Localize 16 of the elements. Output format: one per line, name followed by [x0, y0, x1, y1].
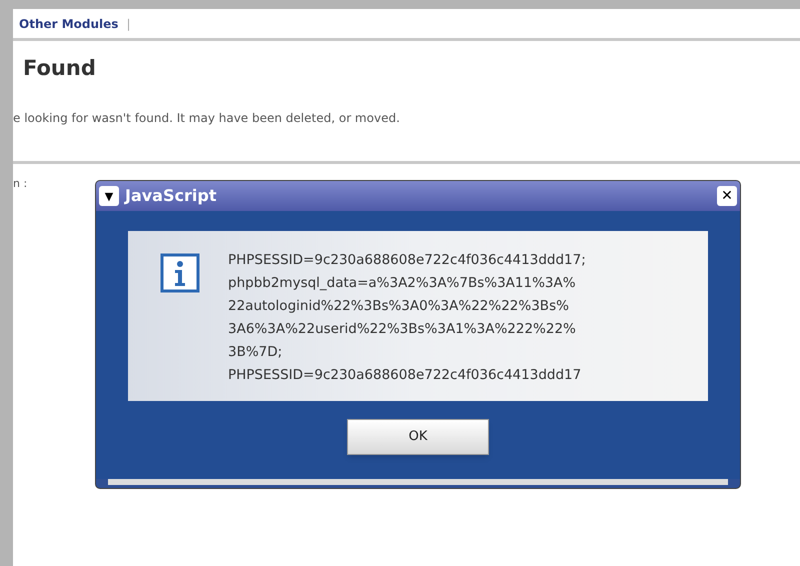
message-line: 3B%7D; — [228, 343, 284, 362]
nav-link[interactable]: Other Modules — [19, 14, 118, 32]
field-label: n : — [13, 176, 28, 192]
message-line: phpbb2mysql_data=a%3A2%3A%7Bs%3A11%3A% — [228, 274, 577, 293]
page-heading: Found — [22, 55, 97, 82]
message-line: 3A6%3A%22userid%22%3Bs%3A1%3A%222%22% — [228, 320, 577, 339]
not-found-message: e looking for wasn't found. It may have been deleted, or moved. — [13, 110, 401, 126]
ok-button[interactable]: OK — [347, 419, 489, 455]
nav-separator: | — [126, 16, 130, 32]
window-menu-button[interactable]: ▼ — [99, 186, 119, 206]
message-line: 22autologinid%22%3Bs%3A0%3A%22%22%3Bs% — [228, 297, 570, 316]
info-icon — [160, 253, 200, 293]
dialog-title: JavaScript — [125, 185, 218, 207]
message-line: PHPSESSID=9c230a688608e722c4f036c4413ddd17 — [228, 366, 582, 385]
close-button[interactable]: ✕ — [717, 186, 737, 206]
message-line: PHPSESSID=9c230a688608e722c4f036c4413ddd17; — [228, 251, 586, 270]
